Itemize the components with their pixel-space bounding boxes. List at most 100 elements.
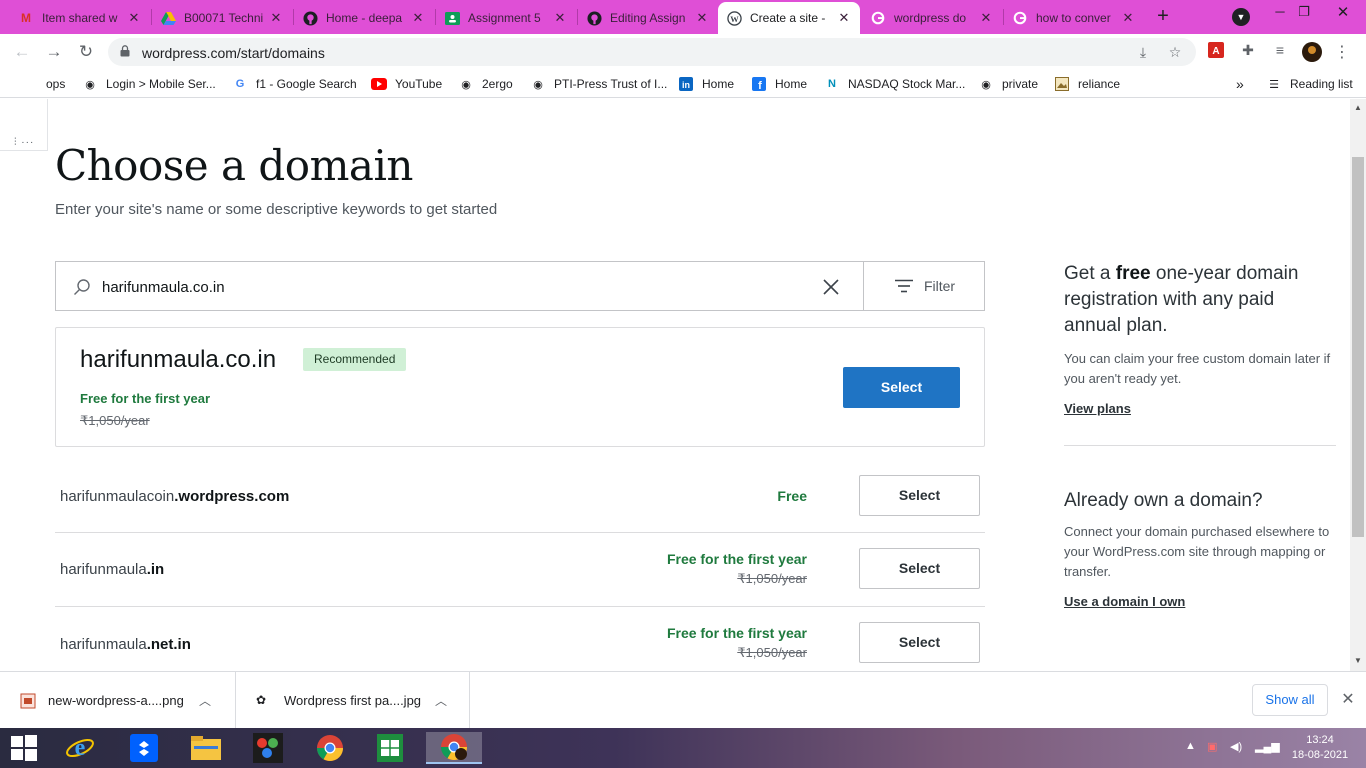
search-icon bbox=[74, 279, 90, 295]
google-icon bbox=[1012, 10, 1028, 26]
close-tab-icon[interactable]: ✕ bbox=[552, 10, 568, 26]
extensions-puzzle-icon[interactable]: ✚ bbox=[1238, 42, 1258, 62]
google-drive-icon bbox=[160, 10, 176, 26]
scroll-down-icon[interactable]: ▼ bbox=[1352, 656, 1364, 668]
signal-icon[interactable]: ▂▄▆ bbox=[1255, 740, 1280, 753]
file-explorer-icon[interactable] bbox=[186, 732, 226, 764]
domain-search-input[interactable] bbox=[102, 276, 802, 298]
tab-create-site[interactable]: W Create a site - ✕ bbox=[718, 2, 860, 34]
bookmark-apps[interactable]: ops bbox=[46, 76, 65, 92]
tab-gmail[interactable]: M Item shared w ✕ bbox=[10, 2, 150, 34]
close-tab-icon[interactable]: ✕ bbox=[694, 10, 710, 26]
filter-icon bbox=[894, 279, 913, 293]
youtube-icon bbox=[371, 76, 387, 92]
chevron-up-icon[interactable]: ︿ bbox=[190, 692, 220, 709]
new-tab-button[interactable]: + bbox=[1152, 6, 1174, 28]
adobe-pdf-extension-icon[interactable]: A bbox=[1206, 42, 1226, 62]
clear-search-icon[interactable] bbox=[820, 276, 842, 298]
filter-button[interactable]: Filter bbox=[864, 262, 985, 310]
more-bookmarks-icon[interactable]: » bbox=[1236, 76, 1244, 92]
select-recommended-button[interactable]: Select bbox=[843, 367, 960, 408]
aside-divider bbox=[1064, 445, 1336, 446]
address-bar[interactable]: wordpress.com/start/domains ⤓ ☆ bbox=[108, 38, 1196, 66]
recommended-domain-name: harifunmaula.co.in bbox=[80, 346, 277, 373]
download-item[interactable]: new-wordpress-a....png ︿ bbox=[0, 672, 236, 729]
volume-icon[interactable]: ◀) bbox=[1230, 740, 1242, 753]
close-tab-icon[interactable]: ✕ bbox=[410, 10, 426, 26]
lock-icon bbox=[120, 45, 130, 57]
close-tab-icon[interactable]: ✕ bbox=[1120, 10, 1136, 26]
window-close-icon[interactable]: ✕ bbox=[1320, 0, 1366, 26]
use-own-domain-link[interactable]: Use a domain I own bbox=[1064, 594, 1336, 609]
domain-result-price: Free for the first year ₹1,050/year bbox=[666, 625, 807, 660]
install-app-icon[interactable]: ⤓ bbox=[1134, 44, 1152, 62]
network-warning-icon[interactable]: ▣ bbox=[1207, 740, 1217, 753]
forward-icon[interactable]: → bbox=[44, 42, 64, 62]
close-tab-icon[interactable]: ✕ bbox=[126, 10, 142, 26]
close-tab-icon[interactable]: ✕ bbox=[268, 10, 284, 26]
close-tab-icon[interactable]: ✕ bbox=[978, 10, 994, 26]
bookmark-star-icon[interactable]: ☆ bbox=[1166, 44, 1184, 62]
close-downloads-icon[interactable]: ✕ bbox=[1338, 690, 1358, 710]
recommended-domain-card: harifunmaula.co.in Recommended Free for … bbox=[55, 327, 985, 447]
reading-list-button[interactable]: ☰ Reading list bbox=[1266, 76, 1353, 92]
bookmark-facebook-home[interactable]: f Home bbox=[751, 76, 807, 92]
bookmark-pti[interactable]: ◉ PTI-Press Trust of I... bbox=[530, 76, 667, 92]
chevron-up-icon[interactable]: ︿ bbox=[426, 692, 456, 709]
bookmark-linkedin-home[interactable]: in Home bbox=[678, 76, 734, 92]
show-all-downloads-button[interactable]: Show all bbox=[1252, 684, 1328, 716]
scroll-up-icon[interactable]: ▲ bbox=[1352, 103, 1364, 115]
github-icon bbox=[302, 10, 318, 26]
reload-icon[interactable]: ↻ bbox=[76, 42, 96, 62]
tab-github-home[interactable]: Home - deepa ✕ bbox=[294, 2, 434, 34]
free-domain-promo-heading: Get a free one-year domain registration … bbox=[1064, 263, 1299, 336]
bookmark-login-mobile[interactable]: ◉ Login > Mobile Ser... bbox=[82, 76, 216, 92]
tab-google-convert[interactable]: how to conver ✕ bbox=[1004, 2, 1144, 34]
svg-text:W: W bbox=[730, 13, 739, 23]
github-icon bbox=[586, 10, 602, 26]
page-subtitle: Enter your site's name or some descripti… bbox=[55, 201, 498, 218]
bookmark-2ergo[interactable]: ◉ 2ergo bbox=[458, 76, 513, 92]
tab-google-wordpress[interactable]: wordpress do ✕ bbox=[862, 2, 1002, 34]
tab-search-icon[interactable]: ▼ bbox=[1232, 8, 1250, 26]
media-queue-icon[interactable]: ≡ bbox=[1270, 42, 1290, 62]
dropbox-icon[interactable] bbox=[124, 732, 164, 764]
taskbar-clock[interactable]: 13:24 18-08-2021 bbox=[1290, 733, 1350, 763]
chrome-icon[interactable] bbox=[310, 732, 350, 764]
download-item[interactable]: ✿ Wordpress first pa....jpg ︿ bbox=[236, 672, 470, 729]
free-domain-promo-text: You can claim your free custom domain la… bbox=[1064, 351, 1331, 386]
google-classroom-icon bbox=[444, 10, 460, 26]
bookmark-private[interactable]: ◉ private bbox=[978, 76, 1038, 92]
browser-menu-icon[interactable]: ⋮ bbox=[1332, 42, 1352, 62]
tab-github-editing[interactable]: Editing Assign ✕ bbox=[578, 2, 718, 34]
page-title: Choose a domain bbox=[55, 141, 413, 190]
view-plans-link[interactable]: View plans bbox=[1064, 401, 1336, 416]
bookmark-nasdaq[interactable]: N NASDAQ Stock Mar... bbox=[824, 76, 965, 92]
tab-drive[interactable]: B00071 Techni ✕ bbox=[152, 2, 292, 34]
bookmarks-bar: ops ◉ Login > Mobile Ser... Gf1 - Google … bbox=[0, 70, 1366, 98]
sidebar-stub: ⫶ ··· bbox=[0, 99, 48, 151]
select-domain-button[interactable]: Select bbox=[859, 622, 980, 663]
svg-text:in: in bbox=[682, 80, 690, 90]
restore-icon[interactable]: ❐ bbox=[1294, 4, 1314, 24]
minimize-icon[interactable]: ─ bbox=[1270, 4, 1290, 24]
internet-explorer-icon[interactable]: e bbox=[60, 732, 100, 764]
select-domain-button[interactable]: Select bbox=[859, 548, 980, 589]
scrollbar-thumb[interactable] bbox=[1352, 157, 1364, 537]
bookmark-f1-search[interactable]: Gf1 - Google Search bbox=[232, 76, 357, 92]
tab-assignment[interactable]: Assignment 5 ✕ bbox=[436, 2, 576, 34]
back-icon[interactable]: ← bbox=[12, 42, 32, 62]
select-domain-button[interactable]: Select bbox=[859, 475, 980, 516]
tray-overflow-icon[interactable]: ▲ bbox=[1185, 740, 1196, 752]
sliders-icon[interactable]: ⫶ ··· bbox=[14, 137, 34, 148]
close-tab-icon[interactable]: ✕ bbox=[836, 10, 852, 26]
spreadsheet-app-icon[interactable] bbox=[370, 732, 410, 764]
windows-start-icon[interactable] bbox=[4, 732, 44, 764]
paint-app-icon[interactable] bbox=[248, 732, 288, 764]
profile-avatar[interactable] bbox=[1302, 42, 1322, 62]
bookmark-youtube[interactable]: YouTube bbox=[371, 76, 442, 92]
google-icon: G bbox=[235, 78, 245, 90]
chrome-profile-icon[interactable] bbox=[426, 732, 482, 764]
domain-result-row: harifunmaula.in Free for the first year … bbox=[55, 533, 985, 607]
bookmark-reliance[interactable]: reliance bbox=[1054, 76, 1120, 92]
